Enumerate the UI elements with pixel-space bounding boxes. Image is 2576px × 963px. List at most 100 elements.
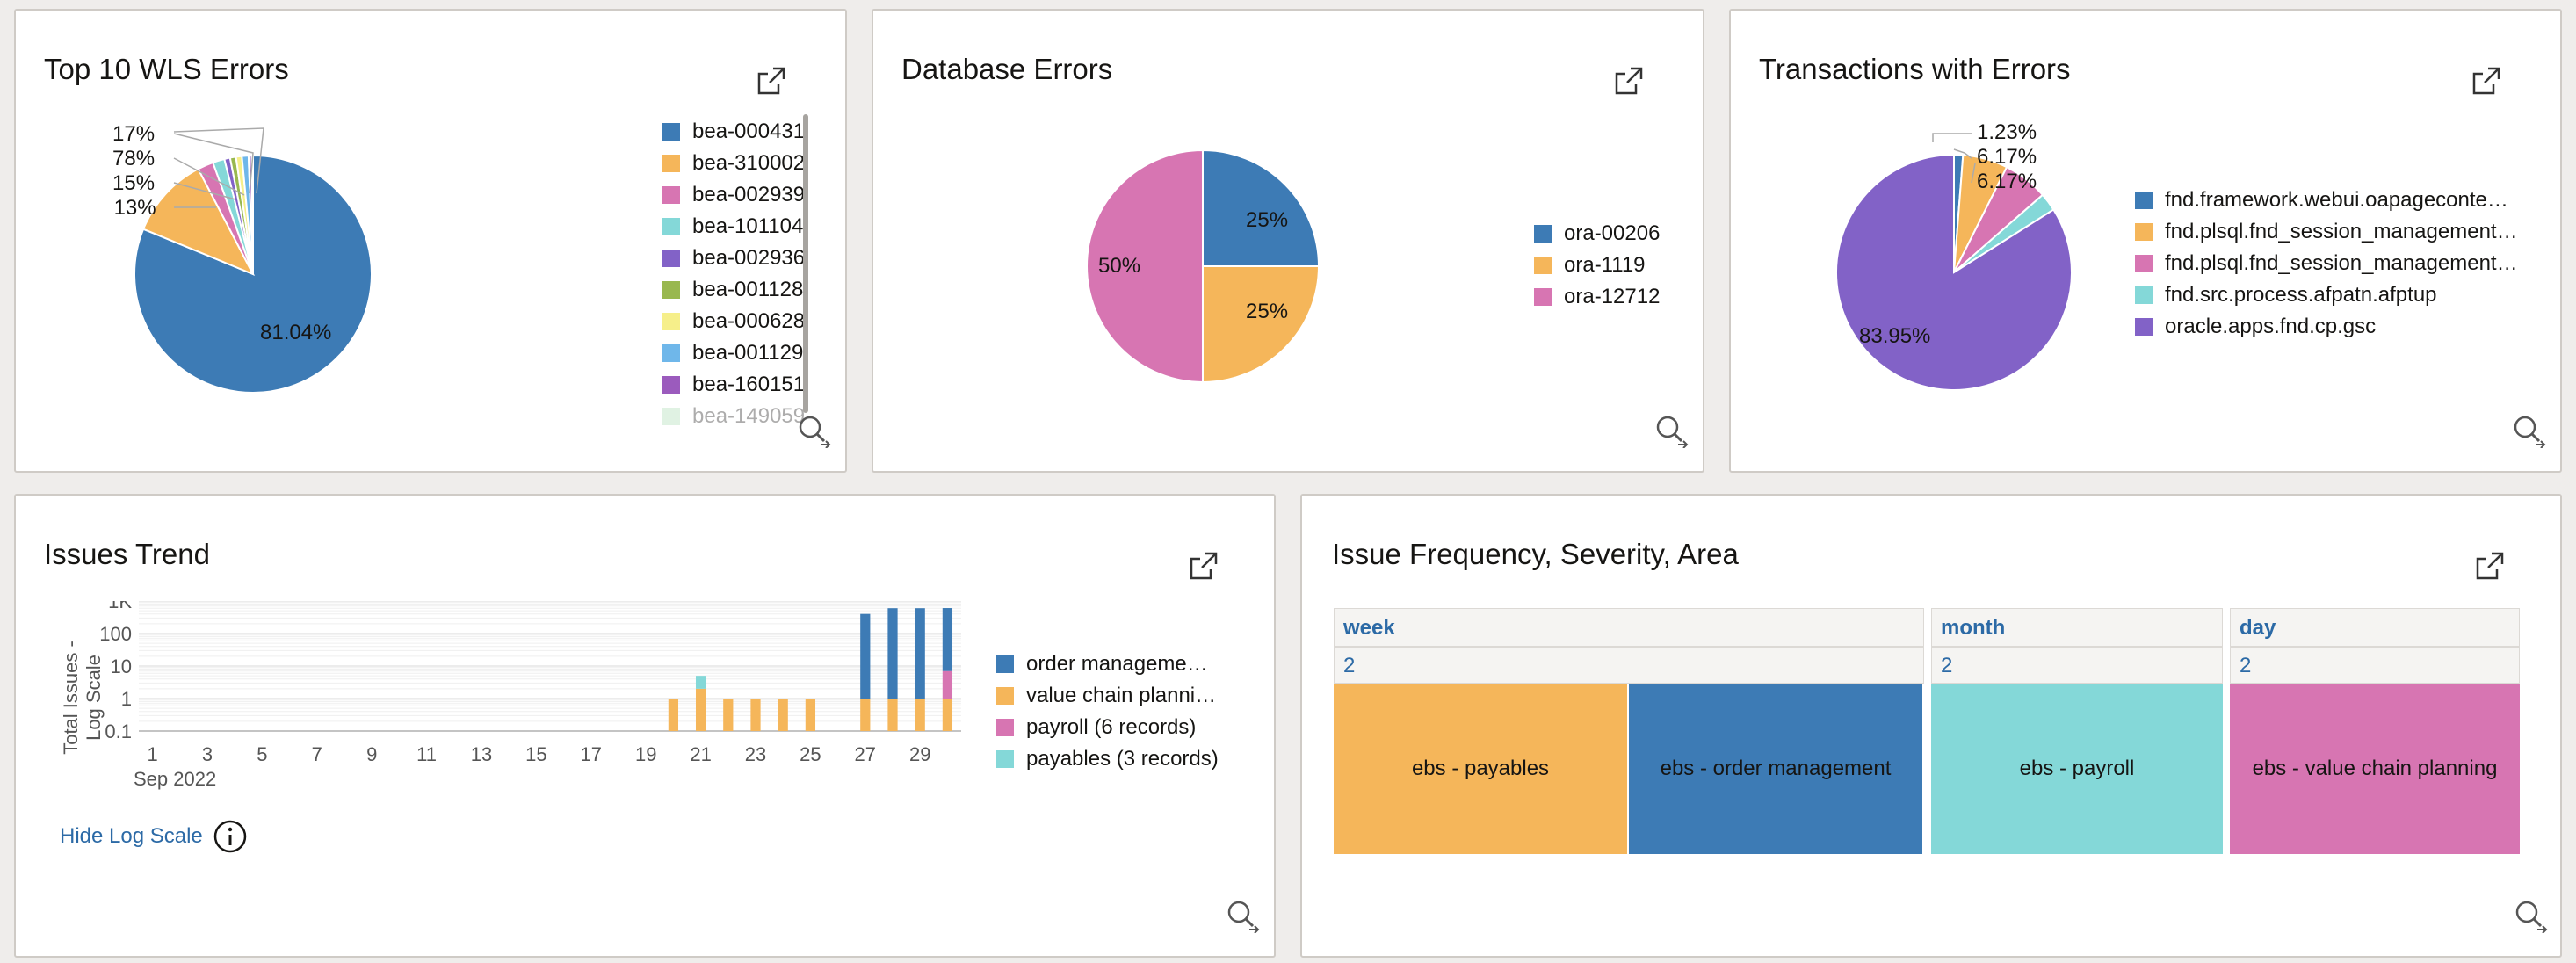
- legend-swatch: [662, 123, 680, 141]
- legend-item[interactable]: order manageme…: [996, 648, 1260, 680]
- bar-segment[interactable]: [915, 608, 925, 699]
- treemap-block[interactable]: ebs - payables: [1334, 684, 1629, 854]
- legend-swatch: [2135, 286, 2153, 304]
- card-title: Issue Frequency, Severity, Area: [1332, 538, 1739, 570]
- legend-swatch: [2135, 255, 2153, 272]
- legend-label: bea-001128: [692, 278, 804, 301]
- legend-label: ora-00206: [1564, 221, 1661, 245]
- legend-item[interactable]: bea-002936: [662, 243, 817, 274]
- legend-item[interactable]: oracle.apps.fnd.cp.gsc: [2135, 311, 2548, 343]
- legend-item[interactable]: bea-000628: [662, 306, 817, 337]
- pie-slice[interactable]: [1202, 265, 1321, 384]
- magnifier-drill-icon[interactable]: [1653, 413, 1689, 448]
- bar-segment[interactable]: [942, 608, 953, 671]
- bar-segment[interactable]: [695, 676, 706, 689]
- legend-item[interactable]: bea-160151: [662, 369, 817, 401]
- treemap-block[interactable]: ebs - order management: [1629, 684, 1924, 854]
- slice-label: 50%: [1098, 254, 1140, 278]
- issues-trend-chart: Total Issues - Log Scale 1K1001010.1 135…: [60, 601, 961, 790]
- external-link-icon[interactable]: [1613, 65, 1645, 97]
- bar-segment[interactable]: [942, 699, 953, 731]
- slice-label: 1.23%: [1977, 120, 2037, 144]
- x-tick-label: 21: [690, 743, 711, 765]
- external-link-icon[interactable]: [1188, 550, 1219, 582]
- legend-item[interactable]: bea-310002: [662, 148, 817, 179]
- bar-segment[interactable]: [887, 699, 898, 731]
- legend-item[interactable]: bea-149059: [662, 401, 817, 425]
- legend-swatch: [662, 344, 680, 362]
- legend-swatch: [2135, 223, 2153, 241]
- legend-label: bea-000431: [692, 119, 806, 143]
- bar-segment[interactable]: [723, 699, 734, 731]
- legend-swatch: [1534, 288, 1552, 306]
- legend-item[interactable]: bea-000431: [662, 116, 817, 148]
- bar-segment[interactable]: [750, 699, 761, 731]
- legend-item[interactable]: ora-12712: [1534, 281, 1692, 313]
- x-tick-label: 27: [855, 743, 876, 765]
- legend-item[interactable]: fnd.src.process.afpatn.afptup: [2135, 279, 2548, 311]
- legend-swatch: [662, 186, 680, 204]
- legend-item[interactable]: fnd.framework.webui.oapageconte…: [2135, 185, 2548, 216]
- legend-swatch: [1534, 257, 1552, 274]
- legend-item[interactable]: ora-1119: [1534, 250, 1692, 281]
- legend-item[interactable]: payables (3 records): [996, 743, 1260, 775]
- bar-segment[interactable]: [860, 699, 871, 731]
- legend-item[interactable]: bea-001128: [662, 274, 817, 306]
- external-link-icon[interactable]: [2474, 550, 2506, 582]
- legend-item[interactable]: value chain planni…: [996, 680, 1260, 712]
- legend-item[interactable]: ora-00206: [1534, 218, 1692, 250]
- legend-label: payables (3 records): [1026, 747, 1219, 771]
- block-label: ebs - order management: [1660, 757, 1892, 780]
- x-tick-label: 23: [745, 743, 766, 765]
- x-tick-label: 19: [635, 743, 656, 765]
- treemap-block[interactable]: ebs - payroll: [1931, 684, 2223, 854]
- legend-swatch: [996, 687, 1014, 705]
- y-axis-title: Total Issues -: [60, 641, 82, 755]
- block-label: ebs - value chain planning: [2252, 757, 2498, 780]
- treemap: week 2 ebs - payables ebs - order manage…: [1334, 608, 2525, 854]
- group-count: 2: [2240, 654, 2252, 677]
- legend-item[interactable]: payroll (6 records): [996, 712, 1260, 743]
- magnifier-drill-icon[interactable]: [2511, 413, 2546, 448]
- group-count: 2: [1343, 654, 1356, 677]
- bar-segment[interactable]: [942, 670, 953, 699]
- treemap-group-header[interactable]: week: [1334, 608, 1924, 647]
- external-link-icon[interactable]: [756, 65, 787, 97]
- hide-log-scale-link[interactable]: Hide Log Scale: [60, 824, 203, 849]
- magnifier-drill-icon[interactable]: [796, 413, 831, 448]
- legend-scrollbar[interactable]: [803, 114, 808, 413]
- bar-segment[interactable]: [860, 613, 871, 699]
- x-tick-label: 13: [471, 743, 492, 765]
- treemap-group-count: 2: [1931, 647, 2223, 684]
- legend-item[interactable]: bea-002939: [662, 179, 817, 211]
- x-tick-label: 7: [312, 743, 322, 765]
- legend-item[interactable]: fnd.plsql.fnd_session_management…: [2135, 248, 2548, 279]
- card-transactions-with-errors: Transactions with Errors 83.95% 6.17% 6.…: [1729, 9, 2562, 473]
- slice-label: 11.13%: [112, 196, 156, 220]
- bar-segment[interactable]: [805, 699, 816, 731]
- bar-segment[interactable]: [668, 699, 679, 731]
- info-icon[interactable]: [213, 819, 248, 854]
- external-link-icon[interactable]: [2471, 65, 2502, 97]
- bar-segment[interactable]: [915, 699, 925, 731]
- legend-item[interactable]: fnd.plsql.fnd_session_management…: [2135, 216, 2548, 248]
- group-count: 2: [1941, 654, 1953, 677]
- treemap-block[interactable]: ebs - value chain planning: [2230, 684, 2520, 854]
- magnifier-drill-icon[interactable]: [1225, 898, 1260, 933]
- bar-segment[interactable]: [778, 699, 788, 731]
- legend-item[interactable]: bea-101104: [662, 211, 817, 243]
- group-label: month: [1941, 616, 2006, 640]
- treemap-group-count: 2: [2230, 647, 2520, 684]
- legend-item[interactable]: bea-001129: [662, 337, 817, 369]
- legend-swatch: [996, 719, 1014, 736]
- tx-pie-chart: 83.95% 6.17% 6.17% 1.23%: [1835, 120, 2073, 391]
- legend-label: order manageme…: [1026, 652, 1208, 676]
- treemap-group-header[interactable]: month: [1931, 608, 2223, 647]
- x-tick-label: 11: [416, 743, 437, 765]
- treemap-group-header[interactable]: day: [2230, 608, 2520, 647]
- magnifier-drill-icon[interactable]: [2513, 898, 2548, 933]
- legend-label: payroll (6 records): [1026, 715, 1197, 739]
- bar-segment[interactable]: [887, 608, 898, 699]
- legend-swatch: [662, 408, 680, 425]
- bar-segment[interactable]: [695, 688, 706, 731]
